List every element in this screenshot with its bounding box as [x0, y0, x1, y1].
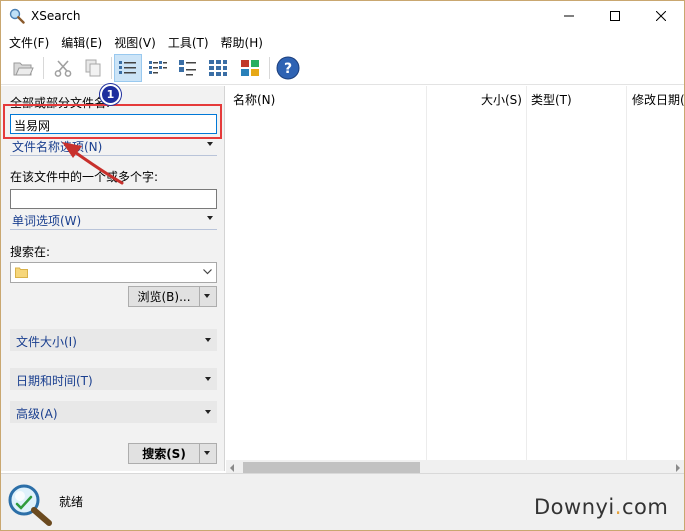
search-split-button: 搜索(S) — [128, 443, 217, 464]
list-view-button[interactable] — [144, 54, 172, 82]
menu-view[interactable]: 视图(V) — [108, 31, 162, 51]
watermark: Downyi.com — [534, 495, 668, 519]
app-window: XSearch 文件(F) 编辑(E) 视图(V) 工具(T) 帮助(H) ? … — [0, 0, 685, 531]
toolbar-separator — [43, 57, 44, 79]
column-header-modified[interactable]: 修改日期( — [632, 86, 684, 110]
status-bar: 就绪 Downyi.com — [1, 473, 684, 530]
toolbar-separator — [269, 57, 270, 79]
folder-icon — [15, 267, 28, 278]
annotation-highlight-box — [3, 104, 222, 139]
toolbar: ? — [1, 51, 684, 85]
chevron-down-icon — [203, 269, 212, 275]
content-label: 在该文件中的一个或多个字: — [10, 170, 159, 184]
minimize-icon — [564, 15, 574, 17]
column-divider — [426, 86, 427, 461]
watermark-dot: . — [614, 495, 622, 519]
column-divider — [526, 86, 527, 461]
chevron-down-icon — [204, 451, 210, 455]
annotation-badge: 1 — [100, 84, 121, 105]
column-divider — [626, 86, 627, 461]
list-view-icon — [149, 61, 167, 74]
svg-text:?: ? — [284, 61, 292, 77]
browse-dropdown-button[interactable] — [200, 287, 216, 306]
large-icons-view-button[interactable] — [204, 54, 232, 82]
minimize-button[interactable] — [546, 1, 592, 31]
maximize-button[interactable] — [592, 1, 638, 31]
column-header-name[interactable]: 名称(N) — [233, 86, 275, 110]
magnifier-icon — [9, 8, 25, 24]
search-dropdown-button[interactable] — [200, 444, 216, 463]
browse-button[interactable]: 浏览(B)... — [129, 287, 200, 306]
watermark-suffix: com — [621, 495, 669, 519]
filename-options-label: 文件名称选项(N) — [12, 140, 103, 154]
chevron-down-icon — [207, 142, 213, 146]
copy-button[interactable] — [79, 54, 107, 82]
search-in-combobox[interactable] — [10, 262, 217, 283]
file-size-label: 文件大小(I) — [16, 335, 77, 349]
chevron-down-icon — [204, 294, 210, 298]
window-title: XSearch — [31, 9, 81, 23]
menu-bar: 文件(F) 编辑(E) 视图(V) 工具(T) 帮助(H) — [1, 31, 684, 51]
word-options-label: 单词选项(W) — [12, 214, 82, 228]
title-bar: XSearch — [1, 1, 684, 31]
large-icons-view-icon — [209, 60, 227, 76]
help-button[interactable]: ? — [274, 54, 302, 82]
status-text: 就绪 — [59, 495, 84, 509]
results-list[interactable]: 名称(N) 大小(S) 类型(T) 修改日期( — [226, 86, 684, 477]
advanced-section[interactable]: 高级(A) — [10, 401, 217, 423]
column-header-size[interactable]: 大小(S) — [481, 86, 522, 110]
scroll-left-icon[interactable] — [230, 464, 234, 472]
copy-icon — [85, 59, 101, 77]
menu-edit[interactable]: 编辑(E) — [55, 31, 108, 51]
details-view-icon — [119, 61, 136, 74]
thumbnails-view-icon — [241, 60, 259, 76]
chevron-down-icon — [205, 410, 211, 414]
menu-file[interactable]: 文件(F) — [3, 31, 55, 51]
search-button[interactable]: 搜索(S) — [129, 444, 200, 463]
help-icon: ? — [276, 56, 300, 80]
open-folder-icon — [13, 62, 34, 76]
watermark-prefix: Downyi — [534, 495, 615, 519]
cut-icon — [54, 60, 72, 77]
date-time-label: 日期和时间(T) — [16, 374, 93, 388]
small-icons-view-icon — [179, 60, 196, 76]
advanced-label: 高级(A) — [16, 407, 58, 421]
browse-split-button: 浏览(B)... — [128, 286, 217, 307]
scroll-right-icon[interactable] — [676, 464, 680, 472]
toolbar-separator — [111, 57, 112, 79]
menu-help[interactable]: 帮助(H) — [215, 31, 269, 51]
filename-options-dropdown[interactable]: 文件名称选项(N) — [10, 138, 217, 156]
search-magnifier-icon — [8, 484, 52, 526]
small-icons-view-button[interactable] — [174, 54, 202, 82]
open-button[interactable] — [9, 54, 37, 82]
column-header-type[interactable]: 类型(T) — [531, 86, 572, 110]
search-in-label: 搜索在: — [10, 245, 51, 259]
word-options-dropdown[interactable]: 单词选项(W) — [10, 212, 217, 230]
close-button[interactable] — [638, 1, 684, 31]
cut-button[interactable] — [49, 54, 77, 82]
search-panel: 全部或部分文件名: 当易网 文件名称选项(N) 在该文件中的一个或多个字: 单词… — [1, 86, 225, 471]
close-icon — [656, 11, 666, 21]
details-view-button[interactable] — [114, 54, 142, 82]
maximize-icon — [610, 11, 620, 21]
chevron-down-icon — [207, 216, 213, 220]
menu-tools[interactable]: 工具(T) — [162, 31, 215, 51]
file-size-section[interactable]: 文件大小(I) — [10, 329, 217, 351]
chevron-down-icon — [205, 338, 211, 342]
thumbnails-view-button[interactable] — [236, 54, 264, 82]
date-time-section[interactable]: 日期和时间(T) — [10, 368, 217, 390]
chevron-down-icon — [205, 377, 211, 381]
content-input[interactable] — [10, 189, 217, 209]
